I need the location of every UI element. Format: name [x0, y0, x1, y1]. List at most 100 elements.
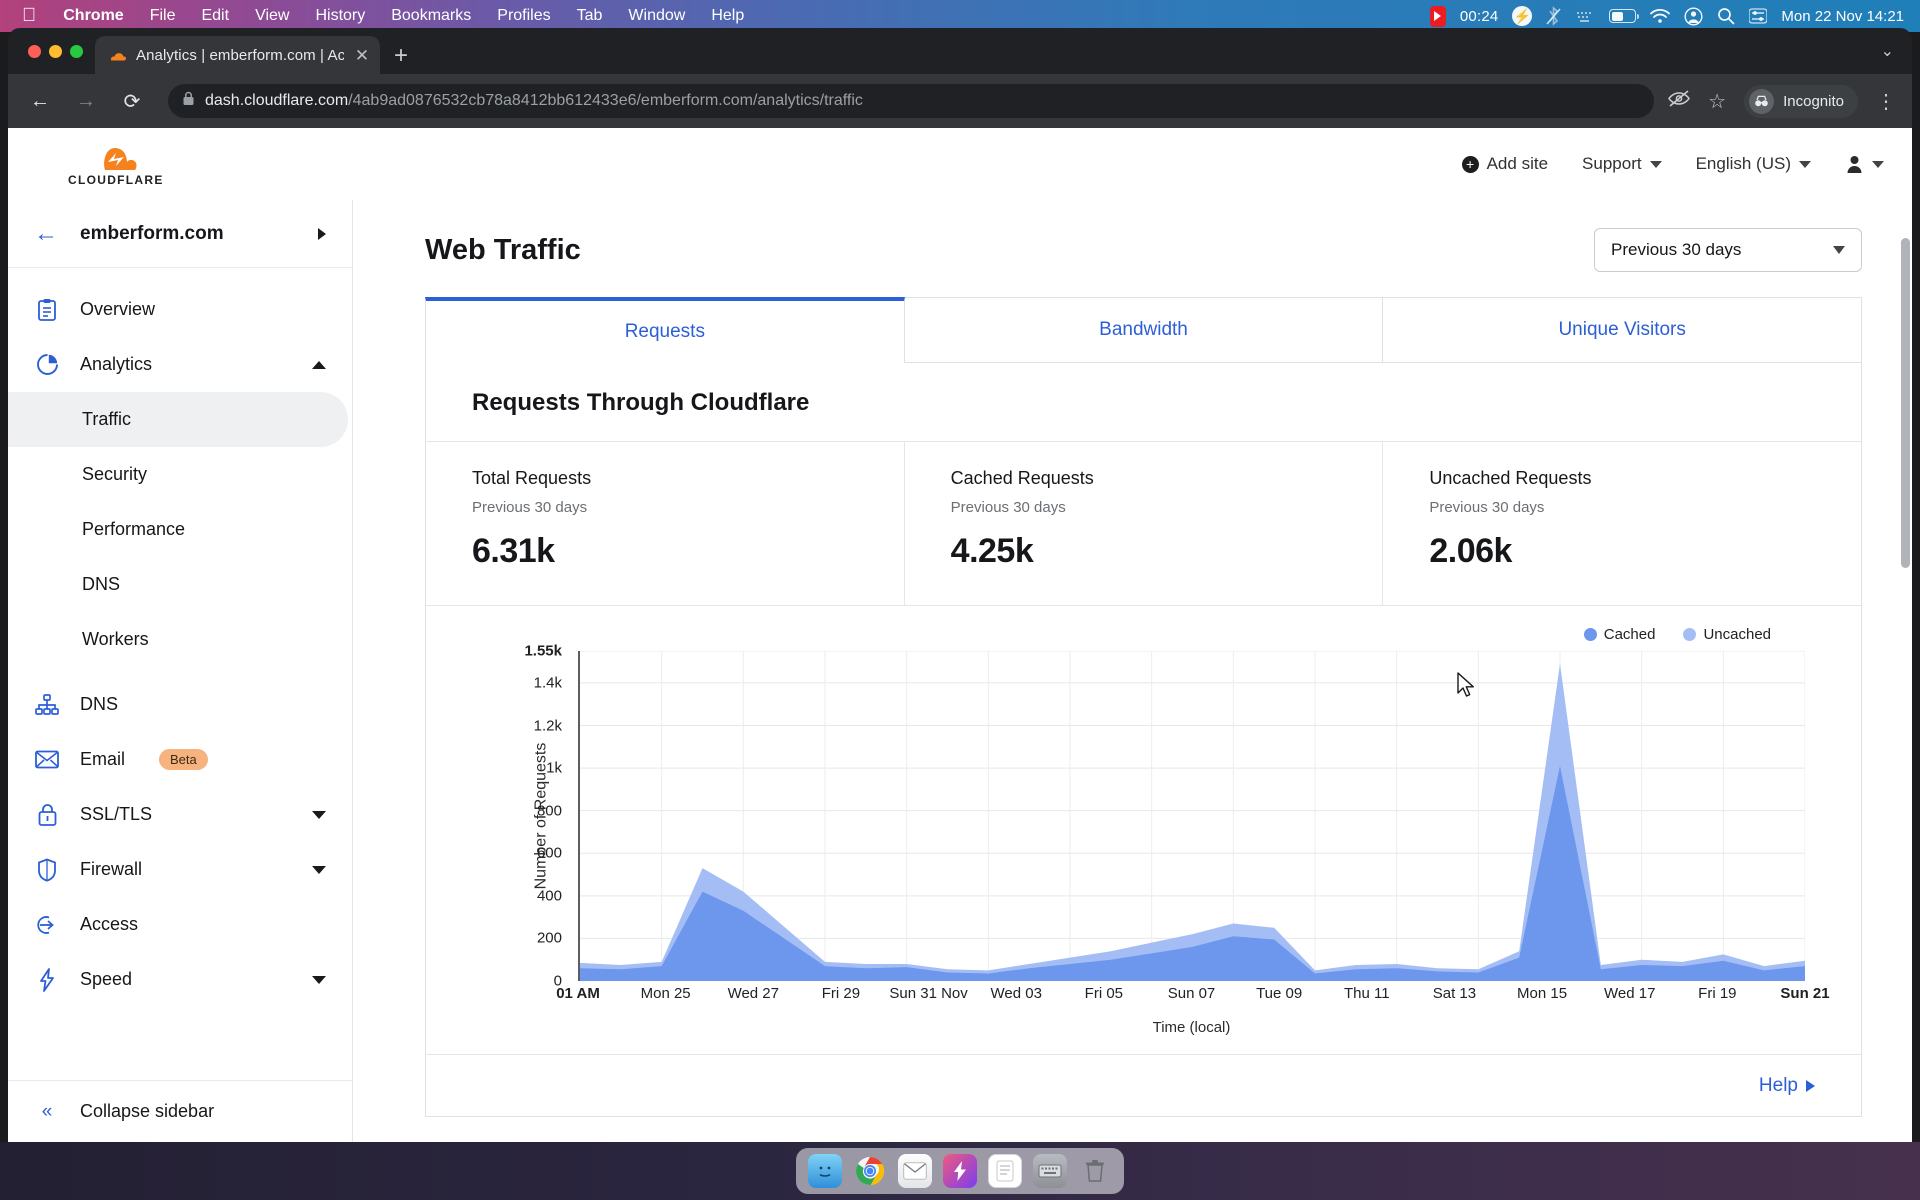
sidebar-item-ssl-tls[interactable]: SSL/TLS: [8, 787, 352, 842]
legend-item-cached[interactable]: Cached: [1583, 626, 1656, 643]
apple-icon[interactable]: : [18, 1, 50, 31]
legend-swatch: [1583, 628, 1597, 641]
sidebar-item-analytics[interactable]: Analytics: [8, 337, 352, 392]
chevron-double-left-icon: «: [41, 1100, 53, 1122]
control-center-icon[interactable]: [1749, 5, 1768, 27]
chart-x-tick: Tue 09: [1256, 985, 1303, 1002]
tab-search-button[interactable]: ⌄: [1881, 41, 1912, 61]
sidebar-item-access[interactable]: Access: [8, 897, 352, 952]
chevron-down-icon[interactable]: [312, 810, 326, 819]
cloudflare-cloud-icon: [87, 141, 145, 171]
bluetooth-off-icon[interactable]: [1546, 5, 1562, 27]
address-bar-url: dash.cloudflare.com/4ab9ad0876532cb78a84…: [205, 92, 863, 110]
shortcuts-icon[interactable]: [943, 1154, 977, 1188]
legend-item-uncached[interactable]: Uncached: [1683, 626, 1771, 643]
chart-y-tick: 400: [536, 887, 562, 905]
chevron-down-icon[interactable]: [312, 975, 326, 984]
sidebar-item-dns[interactable]: DNS: [8, 677, 352, 732]
sidebar-item-traffic[interactable]: Traffic: [8, 392, 348, 447]
reload-button[interactable]: ⟳: [116, 89, 148, 114]
support-menu[interactable]: Support: [1582, 154, 1662, 174]
finder-icon[interactable]: [808, 1154, 842, 1188]
profile-chip[interactable]: Incognito: [1744, 84, 1858, 118]
language-menu[interactable]: English (US): [1696, 154, 1811, 174]
collapse-sidebar-button[interactable]: « Collapse sidebar: [8, 1080, 352, 1142]
keyboard-icon[interactable]: [1575, 5, 1595, 27]
wifi-icon[interactable]: [1650, 5, 1671, 27]
sitemap-icon: [34, 693, 60, 716]
chevron-right-icon[interactable]: [318, 227, 326, 240]
tab-requests[interactable]: Requests: [425, 297, 905, 363]
chevron-up-icon[interactable]: [312, 360, 326, 369]
new-tab-button[interactable]: +: [394, 44, 408, 68]
sidebar-item-firewall[interactable]: Firewall: [8, 842, 352, 897]
sidebar-item-email[interactable]: Email Beta: [8, 732, 352, 787]
add-site-button[interactable]: + Add site: [1461, 154, 1548, 174]
sidebar-item-workers[interactable]: Workers: [8, 612, 348, 667]
mail-icon[interactable]: [898, 1154, 932, 1188]
sidebar-item-security[interactable]: Security: [8, 447, 348, 502]
cloudflare-logo[interactable]: CLOUDFLARE: [68, 141, 164, 187]
pie-chart-icon: [34, 353, 60, 376]
keyboard-icon[interactable]: [1033, 1154, 1067, 1188]
cloudflare-wordmark: CLOUDFLARE: [68, 173, 164, 187]
chrome-menu-icon[interactable]: ⋮: [1876, 89, 1896, 114]
back-button[interactable]: ←: [24, 90, 56, 113]
lock-icon: [34, 803, 60, 827]
sidebar-item-overview[interactable]: Overview: [8, 282, 352, 337]
bookmark-star-icon[interactable]: ☆: [1708, 89, 1726, 114]
maximize-window-button[interactable]: [70, 44, 83, 58]
shield-icon: [34, 858, 60, 882]
beta-badge: Beta: [159, 749, 208, 770]
screen-recording-icon[interactable]: [1429, 5, 1446, 27]
account-icon[interactable]: [1684, 5, 1703, 27]
battery-icon[interactable]: [1609, 5, 1640, 27]
spotlight-search-icon[interactable]: [1717, 5, 1735, 27]
browser-tab[interactable]: Analytics | emberform.com | Ac ✕: [95, 36, 380, 74]
chart-y-tick: 1.55k: [524, 642, 562, 660]
chrome-icon[interactable]: [853, 1154, 887, 1188]
menu-bar-status-items: 00:24 ⚡ Mon 22 Nov 14:21: [1429, 5, 1920, 27]
legend-label: Cached: [1603, 626, 1656, 643]
date-range-select[interactable]: Previous 30 days: [1594, 228, 1862, 272]
sidebar-nav-list: Overview Analytics Traffic Security Perf…: [8, 268, 352, 1007]
chart-x-tick: Mon 25: [640, 985, 691, 1002]
chevron-down-icon[interactable]: [312, 865, 326, 874]
tracking-protection-icon[interactable]: [1668, 89, 1691, 113]
stat-period: Previous 30 days: [1429, 499, 1545, 516]
tab-bandwidth[interactable]: Bandwidth: [904, 297, 1384, 363]
help-link[interactable]: Help: [1759, 1075, 1815, 1097]
chart-canvas: [578, 651, 1805, 981]
chart-x-tick: Fri 29: [821, 985, 861, 1002]
sidebar-item-label: Email: [80, 749, 126, 769]
help-label: Help: [1758, 1074, 1798, 1096]
url-path: /4ab9ad0876532cb78a8412bb612433e6/emberf…: [348, 92, 863, 109]
tab-unique-visitors[interactable]: Unique Visitors: [1383, 297, 1863, 363]
site-selector[interactable]: ← emberform.com: [8, 200, 352, 268]
date-range-value: Previous 30 days: [1611, 240, 1742, 259]
page-scrollbar[interactable]: [1901, 238, 1910, 568]
arrow-right-icon: [1806, 1079, 1815, 1092]
card-title: Requests Through Cloudflare: [472, 389, 810, 416]
trash-icon[interactable]: [1078, 1154, 1112, 1188]
sidebar-item-analytics-dns[interactable]: DNS: [8, 557, 348, 612]
cloudflare-top-nav: CLOUDFLARE + Add site Support English (U…: [8, 128, 1912, 200]
chart-plot-area: Number of Requests 0 200 400 600 800 1k 1.2k 1.…: [466, 643, 1805, 990]
legend-swatch: [1683, 628, 1697, 641]
forward-button[interactable]: →: [70, 90, 102, 113]
close-tab-button[interactable]: ✕: [354, 47, 370, 64]
account-menu[interactable]: [1845, 155, 1884, 174]
close-window-button[interactable]: [28, 44, 41, 58]
minimize-window-button[interactable]: [49, 44, 62, 58]
address-bar[interactable]: dash.cloudflare.com/4ab9ad0876532cb78a84…: [168, 84, 1655, 118]
browser-tab-title: Analytics | emberform.com | Ac: [136, 46, 344, 64]
menu-bar-clock[interactable]: Mon 22 Nov 14:21: [1781, 8, 1904, 25]
sidebar-item-label: Overview: [80, 299, 156, 319]
back-arrow-icon[interactable]: ←: [34, 221, 58, 246]
sidebar-item-performance[interactable]: Performance: [8, 502, 348, 557]
chart-x-tick: Fri 19: [1698, 985, 1737, 1002]
sidebar-item-speed[interactable]: Speed: [8, 952, 352, 1007]
chart-x-tick: Wed 27: [727, 985, 779, 1002]
notes-icon[interactable]: [988, 1154, 1022, 1188]
bolt-icon[interactable]: ⚡: [1512, 5, 1533, 27]
